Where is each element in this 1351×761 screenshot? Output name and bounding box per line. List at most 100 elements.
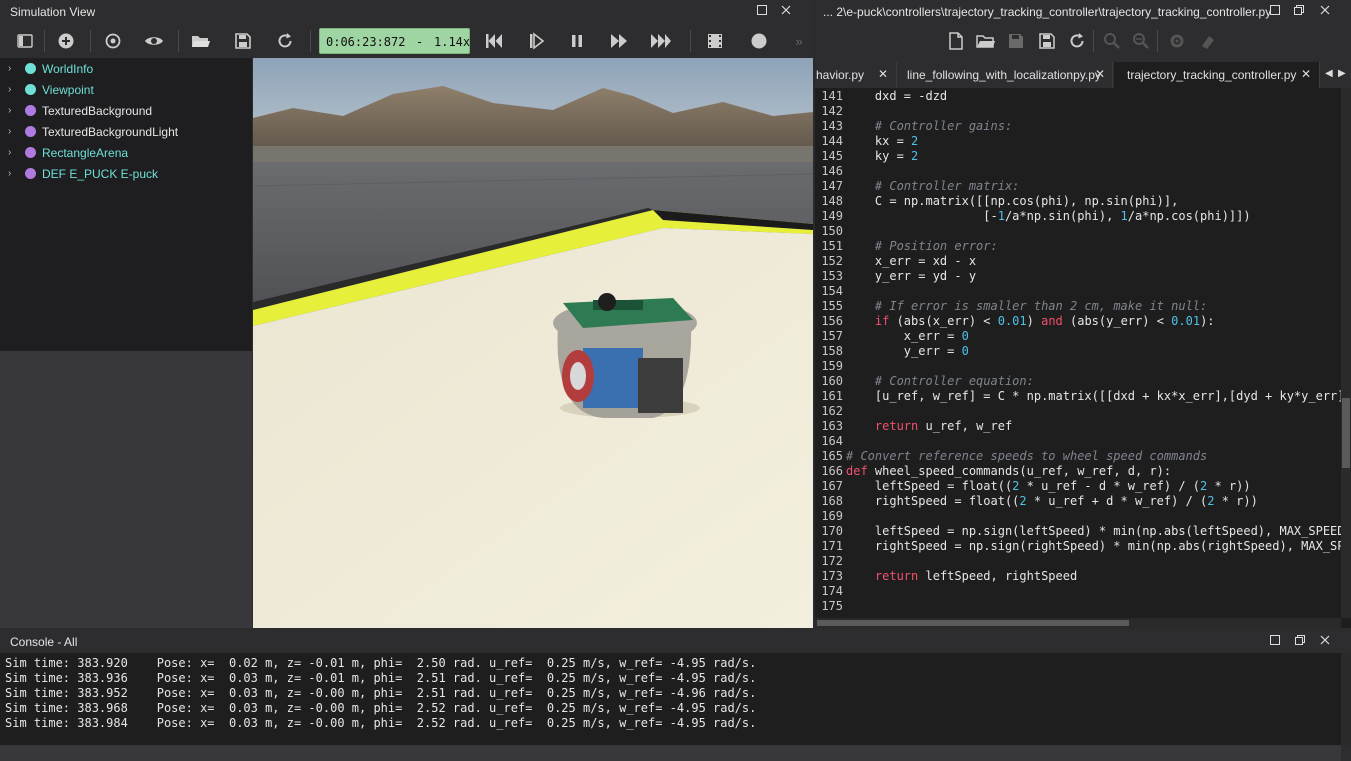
tree-node-texturedbackgroundlight[interactable]: › TexturedBackgroundLight xyxy=(8,122,248,142)
tab-scroll-buttons[interactable]: ◀ ▶ xyxy=(1321,62,1351,88)
scrollbar-thumb[interactable] xyxy=(1342,398,1350,468)
code-line[interactable]: 170 leftSpeed = np.sign(leftSpeed) * min… xyxy=(815,524,1341,539)
code-area[interactable]: 141 dxd = -dzd 142 143 # Controller gains:… xyxy=(815,88,1341,618)
chevron-right-icon[interactable]: › xyxy=(8,126,11,137)
screenshot-icon[interactable] xyxy=(746,28,772,54)
code-line[interactable]: 163 return u_ref, w_ref xyxy=(815,419,1341,434)
code-line[interactable]: 142 xyxy=(815,104,1341,119)
arrow-right-icon[interactable]: ▶ xyxy=(1338,68,1346,79)
toggle-scene-tree-icon[interactable] xyxy=(12,28,38,54)
horizontal-scrollbar[interactable] xyxy=(815,618,1341,628)
code-line[interactable]: 167 leftSpeed = float((2 * u_ref - d * w… xyxy=(815,479,1341,494)
code-line[interactable]: 154 xyxy=(815,284,1341,299)
fast-forward-icon[interactable] xyxy=(648,28,674,54)
code-line[interactable]: 141 dxd = -dzd xyxy=(815,89,1341,104)
open-file-icon[interactable] xyxy=(973,28,999,54)
record-movie-icon[interactable] xyxy=(702,28,728,54)
chevron-right-icon[interactable]: › xyxy=(8,84,11,95)
code-line[interactable]: 164 xyxy=(815,434,1341,449)
build-icon[interactable] xyxy=(1164,28,1190,54)
code-line[interactable]: 158 y_err = 0 xyxy=(815,344,1341,359)
code-line[interactable]: 169 xyxy=(815,509,1341,524)
revert-icon[interactable] xyxy=(1064,28,1090,54)
code-line[interactable]: 159 xyxy=(815,359,1341,374)
close-icon[interactable] xyxy=(1319,4,1335,20)
replace-icon[interactable] xyxy=(1128,28,1154,54)
code-line[interactable]: 150 xyxy=(815,224,1341,239)
find-icon[interactable] xyxy=(1099,28,1125,54)
tab-line-following[interactable]: line_following_with_localizationpy.py ✕ xyxy=(898,62,1113,88)
code-line[interactable]: 153 y_err = yd - y xyxy=(815,269,1341,284)
step-back-icon[interactable] xyxy=(481,28,507,54)
3d-viewport[interactable] xyxy=(253,58,813,628)
tab-trajectory-tracking[interactable]: trajectory_tracking_controller.py ✕ xyxy=(1114,62,1320,88)
code-line[interactable]: 160 # Controller equation: xyxy=(815,374,1341,389)
scrollbar-thumb[interactable] xyxy=(817,620,1129,626)
console-output[interactable]: Sim time: 383.920 Pose: x= 0.02 m, z= -0… xyxy=(0,653,1341,745)
code-line[interactable]: 157 x_err = 0 xyxy=(815,329,1341,344)
code-line[interactable]: 155 # If error is smaller than 2 cm, mak… xyxy=(815,299,1341,314)
tab-behavior[interactable]: havior.py ✕ xyxy=(815,62,897,88)
code-line[interactable]: 148 C = np.matrix([[np.cos(phi), np.sin(… xyxy=(815,194,1341,209)
chevron-right-icon[interactable]: › xyxy=(8,147,11,158)
tree-node-viewpoint[interactable]: › Viewpoint xyxy=(8,80,248,100)
close-icon[interactable] xyxy=(780,4,796,20)
close-icon[interactable]: ✕ xyxy=(878,67,888,81)
close-icon[interactable] xyxy=(1319,634,1335,650)
code-line[interactable]: 166 def wheel_speed_commands(u_ref, w_ref… xyxy=(815,464,1341,479)
code-line[interactable]: 173 return leftSpeed, rightSpeed xyxy=(815,569,1341,584)
code-line[interactable]: 146 xyxy=(815,164,1341,179)
code-text: if (abs(x_err) < 0.01) and (abs(y_err) <… xyxy=(874,314,1215,328)
code-line[interactable]: 175 xyxy=(815,599,1341,614)
horizontal-scrollbar[interactable] xyxy=(0,745,1341,761)
vertical-scrollbar[interactable] xyxy=(1341,653,1351,745)
arrow-left-icon[interactable]: ◀ xyxy=(1325,68,1333,79)
code-line[interactable]: 156 if (abs(x_err) < 0.01) and (abs(y_er… xyxy=(815,314,1341,329)
code-line[interactable]: 174 xyxy=(815,584,1341,599)
tree-node-epuck[interactable]: › DEF E_PUCK E-puck xyxy=(8,164,248,184)
code-line[interactable]: 151 # Position error: xyxy=(815,239,1341,254)
chevron-right-icon[interactable]: › xyxy=(8,63,11,74)
save-world-icon[interactable] xyxy=(230,28,256,54)
code-line[interactable]: 144 kx = 2 xyxy=(815,134,1341,149)
code-line[interactable]: 165 # Convert reference speeds to wheel s… xyxy=(815,449,1341,464)
open-world-icon[interactable] xyxy=(188,28,214,54)
reload-world-icon[interactable] xyxy=(272,28,298,54)
minimize-icon[interactable] xyxy=(1269,634,1285,650)
view-eye-icon[interactable] xyxy=(141,28,167,54)
restore-icon[interactable] xyxy=(756,4,772,20)
code-line[interactable]: 152 x_err = xd - x xyxy=(815,254,1341,269)
tree-node-rectanglearena[interactable]: › RectangleArena xyxy=(8,143,248,163)
float-icon[interactable] xyxy=(1293,4,1309,20)
clean-icon[interactable] xyxy=(1195,28,1221,54)
new-file-icon[interactable] xyxy=(943,28,969,54)
code-line[interactable]: 162 xyxy=(815,404,1341,419)
tree-node-texturedbackground[interactable]: › TexturedBackground xyxy=(8,101,248,121)
code-line[interactable]: 143 # Controller gains: xyxy=(815,119,1341,134)
minimize-icon[interactable] xyxy=(1269,4,1285,20)
code-line[interactable]: 161 [u_ref, w_ref] = C * np.matrix([[dxd… xyxy=(815,389,1341,404)
step-icon[interactable] xyxy=(523,28,549,54)
run-icon[interactable] xyxy=(606,28,632,54)
pause-icon[interactable] xyxy=(564,28,590,54)
code-line[interactable]: 149 [-1/a*np.sin(phi), 1/a*np.cos(phi)]]… xyxy=(815,209,1341,224)
add-node-icon[interactable] xyxy=(53,28,79,54)
close-icon[interactable]: ✕ xyxy=(1301,67,1311,81)
more-chevron-icon[interactable]: » xyxy=(791,28,807,54)
tree-node-worldinfo[interactable]: › WorldInfo xyxy=(8,59,248,79)
float-icon[interactable] xyxy=(1294,634,1310,650)
code-line[interactable]: 168 rightSpeed = float((2 * u_ref + d * … xyxy=(815,494,1341,509)
close-icon[interactable]: ✕ xyxy=(1095,67,1105,81)
code-line[interactable]: 172 xyxy=(815,554,1341,569)
code-line[interactable]: 171 rightSpeed = np.sign(rightSpeed) * m… xyxy=(815,539,1341,554)
line-number: 160 xyxy=(821,374,843,388)
chevron-right-icon[interactable]: › xyxy=(8,105,11,116)
save-file-icon[interactable] xyxy=(1003,28,1029,54)
save-all-icon[interactable] xyxy=(1034,28,1060,54)
reset-view-icon[interactable] xyxy=(100,28,126,54)
vertical-scrollbar[interactable] xyxy=(1341,88,1351,618)
code-line[interactable]: 147 # Controller matrix: xyxy=(815,179,1341,194)
epuck-robot[interactable] xyxy=(553,293,700,418)
code-line[interactable]: 145 ky = 2 xyxy=(815,149,1341,164)
chevron-right-icon[interactable]: › xyxy=(8,168,11,179)
